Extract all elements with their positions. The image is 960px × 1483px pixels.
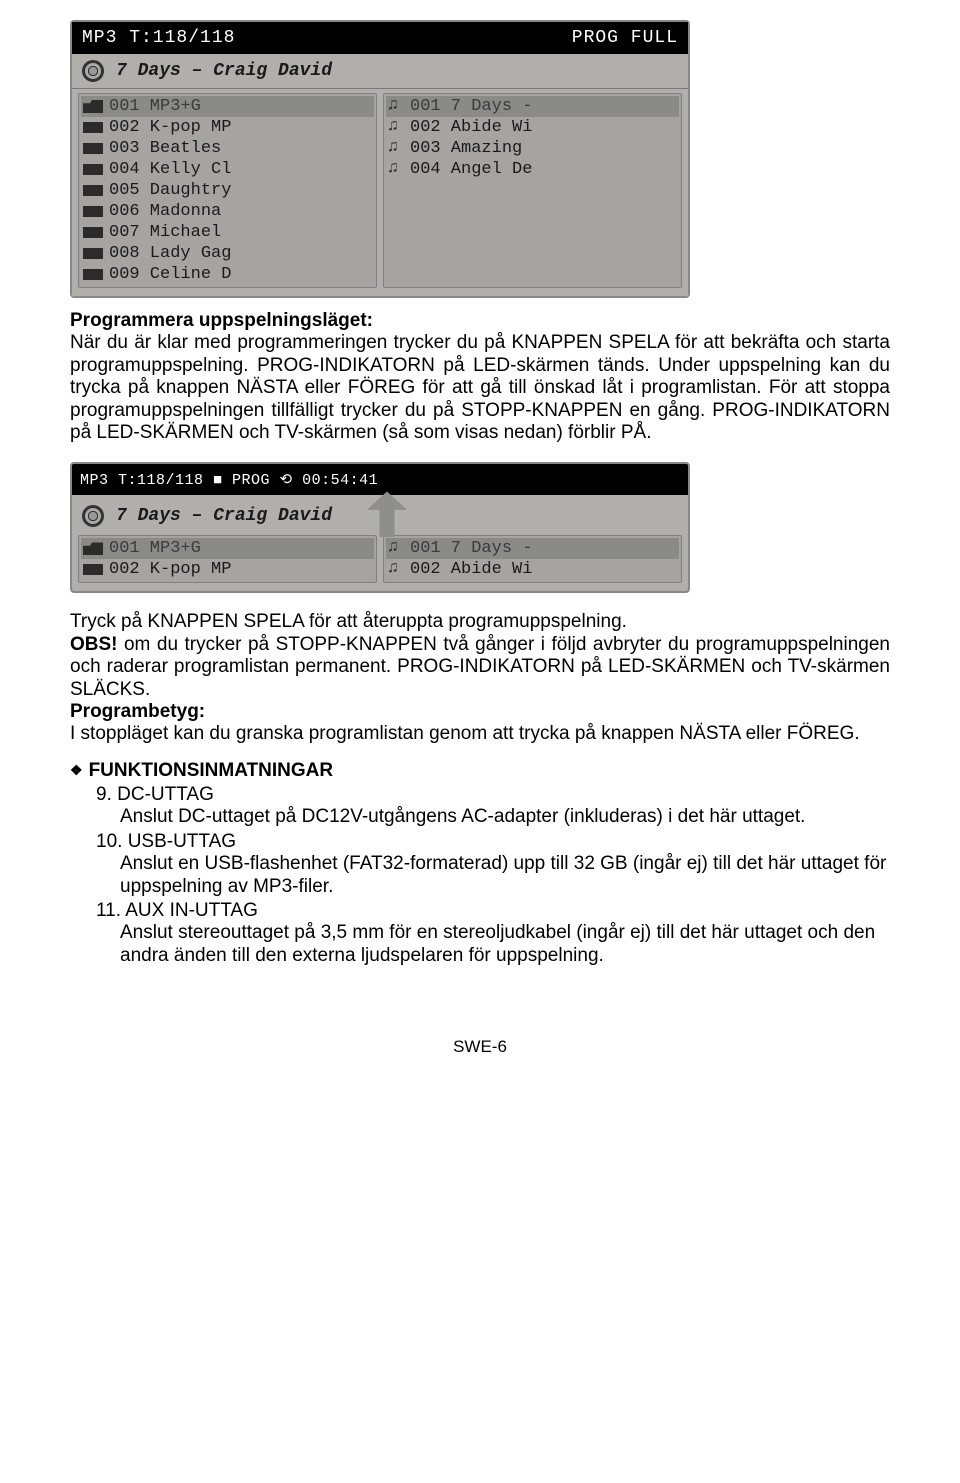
list-item: 009 Celine D — [81, 264, 374, 285]
function-item: 10. USB-UTTAGAnslut en USB-flashenhet (F… — [96, 831, 890, 898]
folder-bar-icon — [83, 185, 103, 196]
screen2-left-column: 001 MP3+G 002 K-pop MP — [78, 535, 377, 583]
function-list: 9. DC-UTTAGAnslut DC-uttaget på DC12V-ut… — [70, 784, 890, 967]
folder-icon — [83, 100, 103, 113]
music-note-icon — [388, 141, 404, 156]
para1-body: När du är klar med programmeringen tryck… — [70, 332, 890, 443]
disc-icon — [82, 505, 104, 527]
folder-bar-icon — [83, 227, 103, 238]
function-item-body: Anslut DC-uttaget på DC12V-utgångens AC-… — [96, 806, 890, 828]
music-note-icon — [388, 562, 404, 577]
function-item: 11. AUX IN-UTTAGAnslut stereouttaget på … — [96, 900, 890, 967]
list-item: 007 Michael — [81, 222, 374, 243]
folder-bar-icon — [83, 564, 103, 575]
list-item-label: 007 Michael — [109, 223, 221, 242]
list-item-label: 003 Beatles — [109, 139, 221, 158]
screen1-now-playing: 7 Days – Craig David — [116, 61, 332, 81]
list-item: 002 Abide Wi — [386, 559, 679, 580]
list-item-label: 004 Kelly Cl — [109, 160, 231, 179]
screen2-now-playing: 7 Days – Craig David — [116, 506, 332, 526]
function-item-body: Anslut en USB-flashenhet (FAT32-formater… — [96, 853, 890, 898]
list-item-label: 003 Amazing — [410, 139, 522, 158]
list-item-label: 001 7 Days - — [410, 97, 532, 116]
function-item-title: 11. AUX IN-UTTAG — [96, 900, 890, 922]
player-screenshot-1: MP3 T:118/118 PROG FULL 7 Days – Craig D… — [70, 20, 690, 298]
list-item-label: 001 MP3+G — [109, 97, 201, 116]
folder-bar-icon — [83, 164, 103, 175]
list-item: 001 MP3+G — [81, 96, 374, 117]
list-item-label: 009 Celine D — [109, 265, 231, 284]
screen1-header-left: MP3 T:118/118 — [82, 28, 235, 48]
list-item: 004 Angel De — [386, 159, 679, 180]
list-item-label: 001 MP3+G — [109, 539, 201, 558]
folder-bar-icon — [83, 143, 103, 154]
screen1-now-playing-row: 7 Days – Craig David — [72, 54, 688, 89]
music-note-icon — [388, 162, 404, 177]
list-item-label: 002 K-pop MP — [109, 560, 231, 579]
para2-obs-body: om du trycker på STOPP-KNAPPEN två gånge… — [70, 634, 890, 700]
diamond-icon: ❖ — [70, 762, 83, 779]
function-item: 9. DC-UTTAGAnslut DC-uttaget på DC12V-ut… — [96, 784, 890, 829]
list-item-label: 001 7 Days - — [410, 539, 532, 558]
screen1-header: MP3 T:118/118 PROG FULL — [72, 22, 688, 54]
list-item: 005 Daughtry — [81, 180, 374, 201]
music-note-icon — [388, 541, 404, 556]
list-item: 002 K-pop MP — [81, 559, 374, 580]
folder-bar-icon — [83, 122, 103, 133]
para1: Programmera uppspelningsläget: När du är… — [70, 310, 890, 444]
func-heading-row: ❖ FUNKTIONSINMATNINGAR — [70, 760, 890, 782]
list-item: 002 Abide Wi — [386, 117, 679, 138]
folder-bar-icon — [83, 206, 103, 217]
folder-bar-icon — [83, 269, 103, 280]
list-item-label: 002 K-pop MP — [109, 118, 231, 137]
list-item: 003 Amazing — [386, 138, 679, 159]
list-item-label: 002 Abide Wi — [410, 560, 532, 579]
screen1-body: 001 MP3+G 002 K-pop MP 003 Beatles 004 Kell… — [72, 89, 688, 296]
function-item-title: 9. DC-UTTAG — [96, 784, 890, 806]
function-item-body: Anslut stereouttaget på 3,5 mm för en st… — [96, 922, 890, 967]
screen2-now-playing-row: 7 Days – Craig David — [72, 495, 688, 531]
list-item: 001 MP3+G — [81, 538, 374, 559]
list-item-label: 005 Daughtry — [109, 181, 231, 200]
function-item-title: 10. USB-UTTAG — [96, 831, 890, 853]
screen2-right-column: 001 7 Days - 002 Abide Wi — [383, 535, 682, 583]
list-item: 006 Madonna — [81, 201, 374, 222]
para2-line1: Tryck på KNAPPEN SPELA för att återuppta… — [70, 611, 890, 633]
para2-body2: I stoppläget kan du granska programlista… — [70, 723, 890, 745]
up-arrow-icon — [362, 491, 412, 537]
folder-bar-icon — [83, 248, 103, 259]
list-item: 008 Lady Gag — [81, 243, 374, 264]
music-note-icon — [388, 120, 404, 135]
para2-heading2: Programbetyg: — [70, 701, 890, 723]
player-screenshot-2: MP3 T:118/118 ■ PROG ⟲ 00:54:41 7 Days –… — [70, 462, 690, 593]
func-heading: FUNKTIONSINMATNINGAR — [89, 760, 334, 782]
para2-obs: OBS! om du trycker på STOPP-KNAPPEN två … — [70, 634, 890, 701]
list-item: 003 Beatles — [81, 138, 374, 159]
folder-icon — [83, 542, 103, 555]
para1-heading: Programmera uppspelningsläget: — [70, 310, 373, 331]
page-number: SWE-6 — [70, 1037, 890, 1057]
list-item-label: 004 Angel De — [410, 160, 532, 179]
screen1-header-right: PROG FULL — [572, 28, 678, 48]
list-item: 002 K-pop MP — [81, 117, 374, 138]
screen2-body: 001 MP3+G 002 K-pop MP 001 7 Days - 002 Ab… — [72, 531, 688, 591]
para2-obs-label: OBS! — [70, 634, 118, 655]
disc-icon — [82, 60, 104, 82]
list-item-label: 002 Abide Wi — [410, 118, 532, 137]
list-item-label: 006 Madonna — [109, 202, 221, 221]
screen2-header-left: MP3 T:118/118 ■ PROG ⟲ 00:54:41 — [80, 470, 378, 489]
list-item-label: 008 Lady Gag — [109, 244, 231, 263]
music-note-icon — [388, 99, 404, 114]
screen1-left-column: 001 MP3+G 002 K-pop MP 003 Beatles 004 Kell… — [78, 93, 377, 288]
list-item: 001 7 Days - — [386, 538, 679, 559]
screen1-right-column: 001 7 Days - 002 Abide Wi 003 Amazing 004 A… — [383, 93, 682, 288]
list-item: 004 Kelly Cl — [81, 159, 374, 180]
list-item: 001 7 Days - — [386, 96, 679, 117]
screen2-header: MP3 T:118/118 ■ PROG ⟲ 00:54:41 — [72, 464, 688, 495]
